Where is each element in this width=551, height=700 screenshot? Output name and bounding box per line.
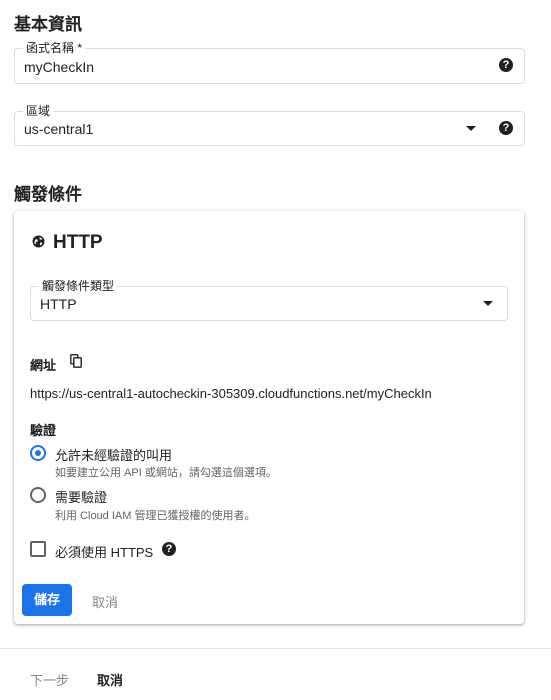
function-name-value[interactable]: myCheckIn [24, 59, 94, 75]
globe-icon [32, 235, 45, 248]
trigger-heading: 觸發條件 [14, 185, 82, 204]
url-label: 網址 [30, 358, 57, 373]
region-label: 區域 [23, 103, 54, 119]
basic-info-heading: 基本資訊 [14, 15, 82, 34]
help-icon[interactable]: ? [499, 58, 513, 72]
card-title: HTTP [53, 232, 103, 253]
card-cancel-button[interactable]: 取消 [92, 592, 118, 611]
dropdown-caret-icon[interactable] [483, 301, 493, 306]
function-name-label: 函式名稱 * [23, 40, 86, 56]
help-icon[interactable]: ? [162, 542, 176, 556]
save-button[interactable]: 儲存 [22, 584, 72, 616]
copy-icon[interactable] [70, 354, 82, 368]
trigger-card: HTTP 觸發條件類型 HTTP 網址 https://us-central1-… [14, 211, 524, 624]
option-allow-unauthenticated-description: 如要建立公用 API 或網站，請勾選這個選項。 [55, 467, 277, 479]
radio-require-authentication[interactable] [30, 487, 46, 503]
function-name-field[interactable]: 函式名稱 * myCheckIn ? [14, 40, 525, 84]
dropdown-caret-icon[interactable] [466, 126, 476, 131]
require-https-label[interactable]: 必須使用 HTTPS [55, 542, 153, 561]
next-step-button[interactable]: 下一步 [30, 670, 69, 689]
option-require-authentication-label[interactable]: 需要驗證 [55, 487, 107, 506]
trigger-url: https://us-central1-autocheckin-305309.c… [30, 386, 432, 401]
help-icon[interactable]: ? [499, 121, 513, 135]
option-allow-unauthenticated-label[interactable]: 允許未經驗證的叫用 [55, 445, 172, 464]
option-require-authentication-description: 利用 Cloud IAM 管理已獲授權的使用者。 [55, 510, 256, 522]
trigger-type-select[interactable]: 觸發條件類型 HTTP [30, 278, 508, 321]
radio-allow-unauthenticated[interactable] [30, 445, 46, 461]
footer-cancel-button[interactable]: 取消 [97, 670, 123, 689]
region-value[interactable]: us-central1 [24, 121, 93, 137]
require-https-checkbox[interactable] [30, 541, 46, 557]
footer-divider [0, 648, 551, 649]
auth-label: 驗證 [30, 423, 57, 438]
trigger-type-label: 觸發條件類型 [39, 278, 118, 294]
trigger-type-value[interactable]: HTTP [40, 296, 77, 312]
region-select[interactable]: 區域 us-central1 ? [14, 103, 525, 146]
